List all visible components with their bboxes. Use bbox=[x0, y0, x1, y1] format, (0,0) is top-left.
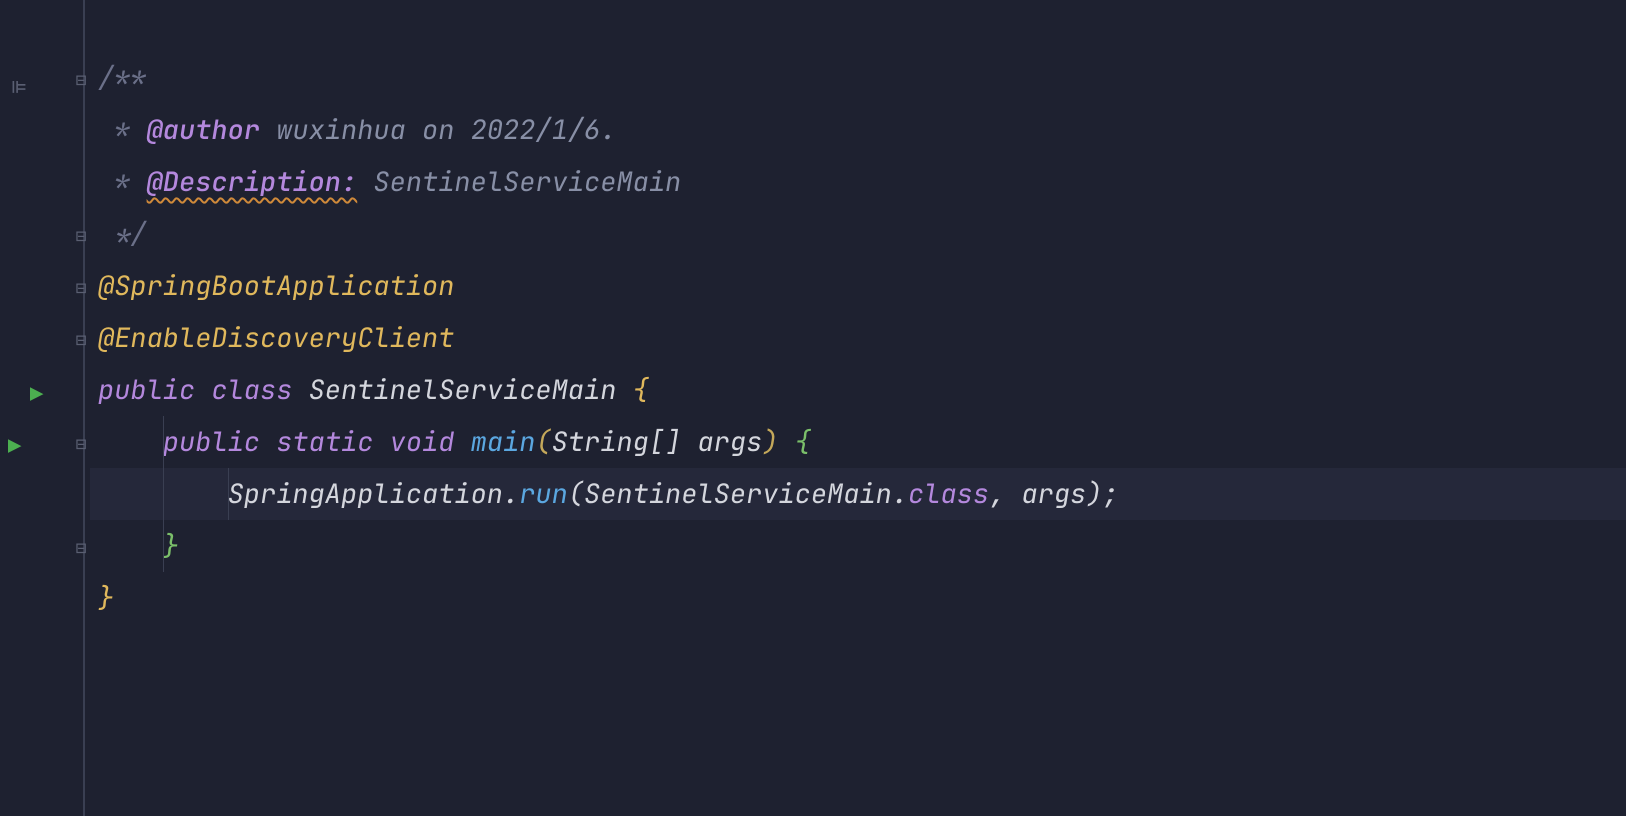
keyword-public: public bbox=[98, 372, 195, 408]
fold-toggle-icon[interactable]: ⊟ bbox=[73, 228, 89, 244]
indent-guide bbox=[228, 468, 229, 520]
comment-close: */ bbox=[98, 216, 147, 252]
open-brace: { bbox=[795, 424, 811, 460]
code-area[interactable]: /** * @author wuxinhua on 2022/1/6. * @D… bbox=[90, 0, 1626, 816]
editor-gutter: ⊫ ⊟ ⊟ ⊟ ⊟ ⊟ ⊟ ▶ ▶ bbox=[0, 0, 90, 816]
arg-args: args bbox=[1021, 476, 1086, 512]
dot: . bbox=[503, 476, 519, 512]
class-name: SentinelServiceMain bbox=[309, 372, 617, 408]
indent-guide bbox=[163, 520, 164, 572]
keyword-class: class bbox=[211, 372, 292, 408]
paren-open: ( bbox=[535, 424, 551, 460]
paren-open: ( bbox=[568, 476, 584, 512]
javadoc-author-tag: @author bbox=[147, 112, 260, 148]
gutter-divider bbox=[83, 0, 85, 816]
annotation-springboot: @SpringBootApplication bbox=[98, 268, 454, 304]
indent-guide bbox=[163, 416, 164, 468]
close-brace: } bbox=[163, 528, 179, 564]
keyword-class-literal: class bbox=[908, 476, 989, 512]
fold-toggle-icon[interactable]: ⊟ bbox=[73, 540, 89, 556]
method-run: run bbox=[519, 476, 568, 512]
code-line[interactable]: */ bbox=[90, 208, 1626, 260]
code-line[interactable]: @EnableDiscoveryClient bbox=[90, 312, 1626, 364]
javadoc-description-text: SentinelServiceMain bbox=[357, 164, 681, 200]
keyword-public: public bbox=[163, 424, 260, 460]
run-gutter-icon[interactable]: ▶ bbox=[30, 380, 43, 409]
comment-open: /** bbox=[98, 60, 147, 96]
code-line[interactable]: } bbox=[90, 520, 1626, 572]
param-name: args bbox=[697, 424, 762, 460]
fold-toggle-icon[interactable]: ⊟ bbox=[73, 332, 89, 348]
paren-close: ) bbox=[1086, 476, 1102, 512]
code-line-active[interactable]: SpringApplication.run(SentinelServiceMai… bbox=[90, 468, 1626, 520]
indent-guide bbox=[163, 468, 164, 520]
code-line[interactable]: * @Description: SentinelServiceMain bbox=[90, 156, 1626, 208]
javadoc-description-tag: @Description: bbox=[147, 164, 358, 200]
paren-close: ) bbox=[762, 424, 778, 460]
annotation-discovery: @EnableDiscoveryClient bbox=[98, 320, 454, 356]
keyword-void: void bbox=[390, 424, 455, 460]
code-line[interactable]: } bbox=[90, 572, 1626, 624]
close-brace: } bbox=[98, 580, 114, 616]
code-line[interactable]: @SpringBootApplication bbox=[90, 260, 1626, 312]
dot: . bbox=[892, 476, 908, 512]
code-line[interactable]: public class SentinelServiceMain { bbox=[90, 364, 1626, 416]
code-editor[interactable]: ⊫ ⊟ ⊟ ⊟ ⊟ ⊟ ⊟ ▶ ▶ /** * @author wuxinhua… bbox=[0, 0, 1626, 816]
comma: , bbox=[989, 476, 1021, 512]
code-line[interactable] bbox=[90, 0, 1626, 52]
fold-toggle-icon[interactable]: ⊟ bbox=[73, 436, 89, 452]
open-brace: { bbox=[633, 372, 649, 408]
code-line[interactable]: * @author wuxinhua on 2022/1/6. bbox=[90, 104, 1626, 156]
structure-icon[interactable]: ⊫ bbox=[12, 72, 26, 101]
semicolon: ; bbox=[1102, 476, 1118, 512]
fold-toggle-icon[interactable]: ⊟ bbox=[73, 72, 89, 88]
method-main: main bbox=[471, 424, 536, 460]
arg-class: SentinelServiceMain bbox=[584, 476, 892, 512]
code-line[interactable]: public static void main(String[] args) { bbox=[90, 416, 1626, 468]
comment-prefix: * bbox=[98, 164, 147, 200]
javadoc-author-text: wuxinhua on 2022/1/6. bbox=[260, 112, 616, 148]
keyword-static: static bbox=[276, 424, 373, 460]
comment-prefix: * bbox=[98, 112, 147, 148]
run-gutter-icon[interactable]: ▶ bbox=[8, 432, 21, 461]
param-type: String[] bbox=[552, 424, 682, 460]
class-ref: SpringApplication bbox=[228, 476, 503, 512]
fold-toggle-icon[interactable]: ⊟ bbox=[73, 280, 89, 296]
code-line[interactable]: /** bbox=[90, 52, 1626, 104]
